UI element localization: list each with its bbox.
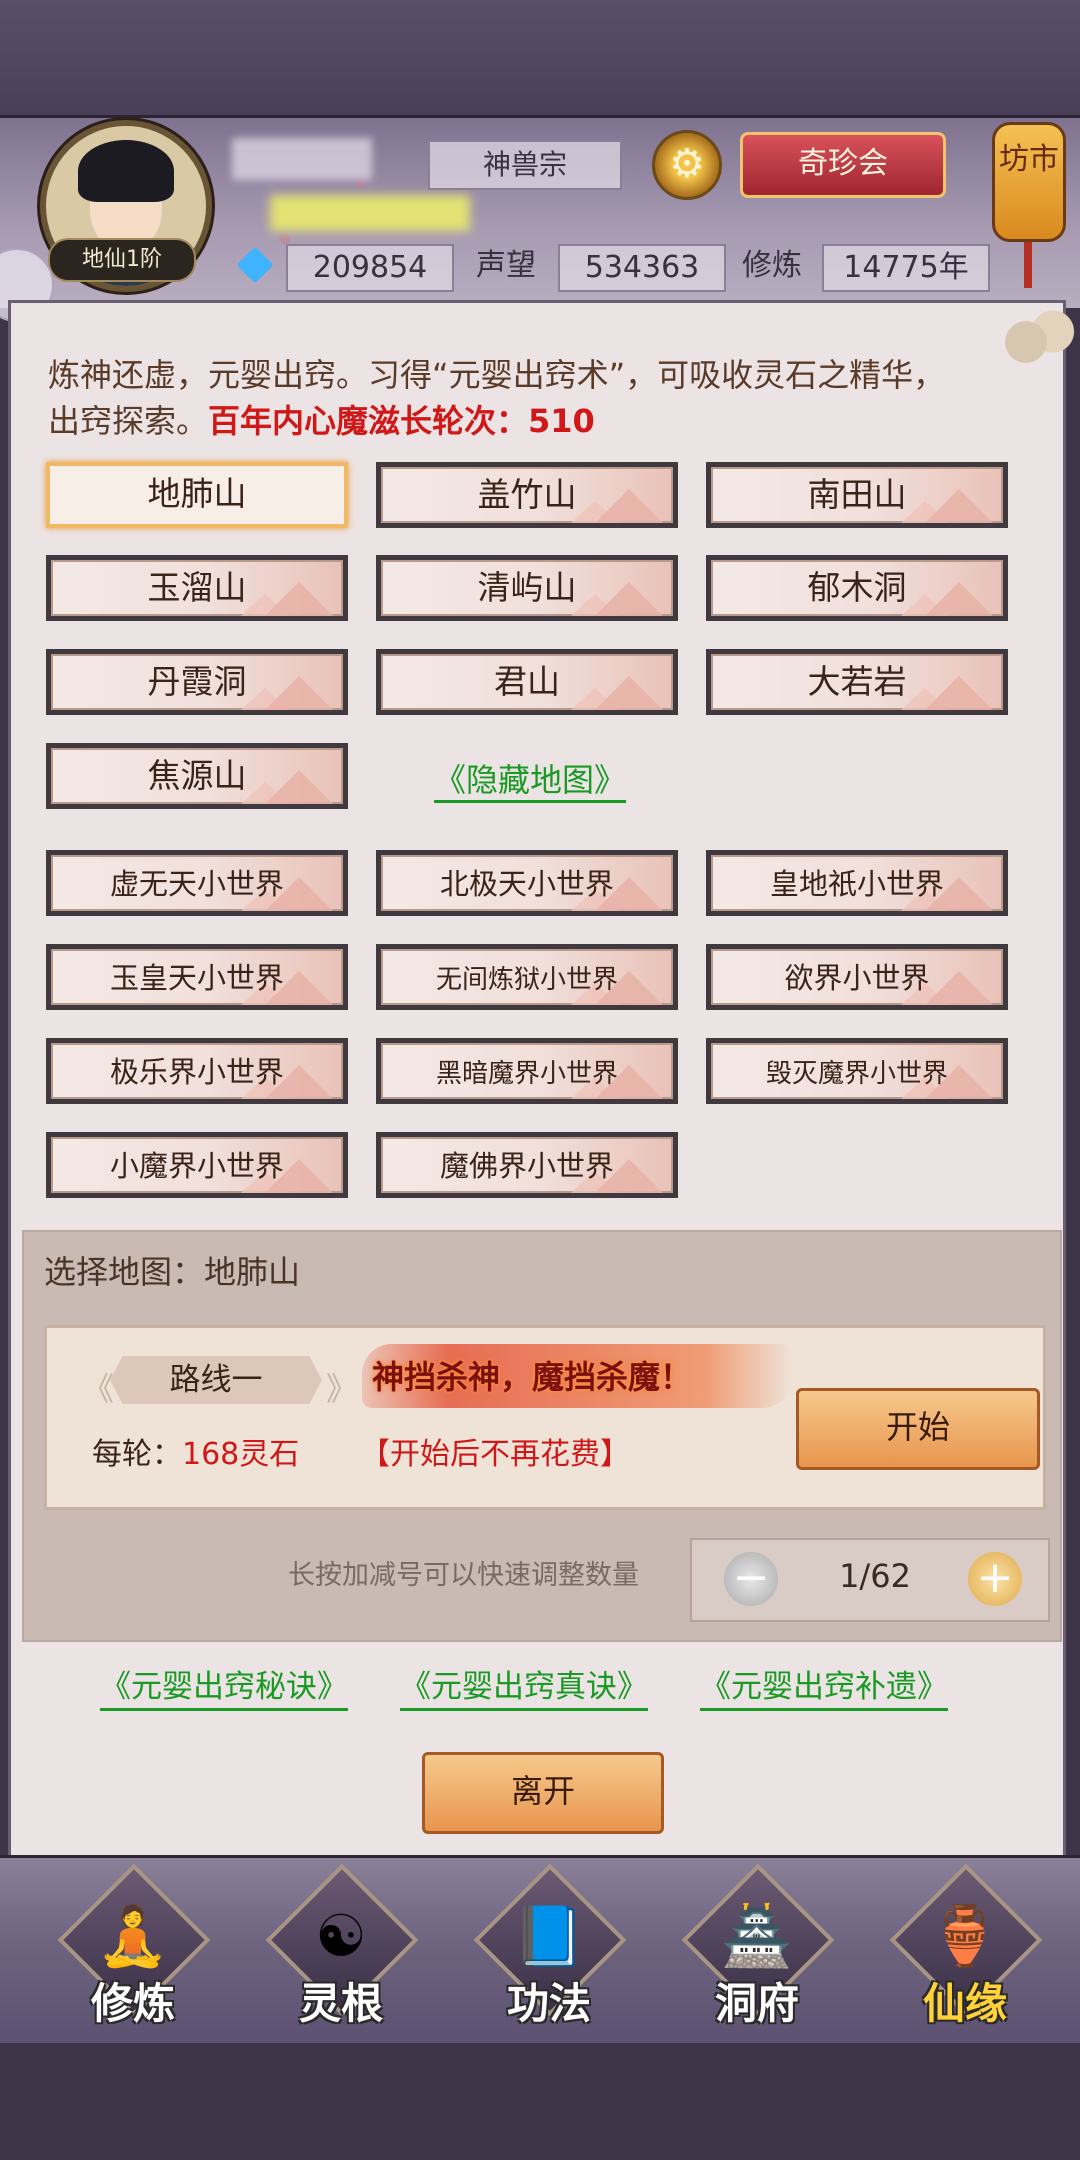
map-label: 郁木洞: [807, 568, 907, 607]
map-label: 焦源山: [147, 756, 247, 795]
world-label: 虚无天小世界: [109, 867, 284, 901]
nav-immortal-fate[interactable]: 🏺 仙缘: [889, 1863, 1043, 2028]
route-tag: 路线一: [110, 1356, 322, 1404]
world-label: 皇地祇小世界: [769, 867, 944, 901]
world-button[interactable]: 虚无天小世界: [46, 850, 348, 916]
nav-technique[interactable]: 📘 功法: [473, 1863, 627, 2028]
map-label: 君山: [494, 662, 560, 701]
gourd-icon: 🏺: [928, 1902, 1002, 1970]
cultivate-icon: 🧘: [96, 1902, 170, 1970]
world-button[interactable]: 魔佛界小世界: [376, 1132, 678, 1198]
technique-book-icon: 📘: [512, 1902, 586, 1970]
nav-spirit-root[interactable]: ☯ 灵根: [265, 1863, 419, 2028]
nav-label: 仙缘: [922, 1979, 1007, 2028]
world-button[interactable]: 无间炼狱小世界: [376, 944, 678, 1010]
map-button-danxiadong[interactable]: 丹霞洞: [46, 649, 348, 715]
map-button-jiaoyuanshan[interactable]: 焦源山: [46, 743, 348, 809]
plus-icon[interactable]: +: [968, 1552, 1022, 1606]
nav-cave-mansion[interactable]: 🏯 洞府: [681, 1863, 835, 2028]
no-cost-note: 【开始后不再花费】: [360, 1437, 630, 1472]
guide-link-secret[interactable]: 《元婴出窍秘诀》: [100, 1666, 348, 1711]
guide-link-supplement[interactable]: 《元婴出窍补遗》: [700, 1666, 948, 1711]
chevron-left-icon[interactable]: 《: [82, 1364, 114, 1410]
world-label: 极乐界小世界: [109, 1055, 284, 1089]
world-button[interactable]: 北极天小世界: [376, 850, 678, 916]
world-label: 无间炼狱小世界: [435, 965, 618, 995]
nav-label: 洞府: [714, 1979, 799, 2028]
world-label: 北极天小世界: [439, 867, 614, 901]
map-button-difeishan[interactable]: 地肺山: [46, 462, 348, 528]
world-label: 黑暗魔界小世界: [435, 1059, 618, 1089]
map-button-gaizhushan[interactable]: 盖竹山: [376, 462, 678, 528]
reputation-label: 声望: [476, 248, 536, 283]
world-label: 玉皇天小世界: [109, 961, 284, 995]
map-button-yuliushan[interactable]: 玉溜山: [46, 555, 348, 621]
nav-label: 修炼: [90, 1979, 175, 2028]
map-button-junshan[interactable]: 君山: [376, 649, 678, 715]
world-button[interactable]: 玉皇天小世界: [46, 944, 348, 1010]
reputation-value: 534363: [558, 244, 726, 292]
avatar-hair: [78, 140, 174, 202]
map-label: 地肺山: [147, 474, 247, 513]
nav-label: 灵根: [298, 1979, 383, 2028]
per-round-value: 168灵石: [182, 1437, 300, 1472]
nav-label: 功法: [506, 1979, 591, 2028]
player-name-blurred: [232, 138, 372, 180]
intro-text: 炼神还虚，元婴出窍。习得“元婴出窍术”，可吸收灵石之精华，出窍探索。百年内心魔滋…: [48, 352, 968, 444]
map-button-nantianshan[interactable]: 南田山: [706, 462, 1008, 528]
spirit-root-icon: ☯: [315, 1902, 367, 1970]
map-label: 玉溜山: [147, 568, 247, 607]
hidden-map-link[interactable]: 《隐藏地图》: [434, 760, 627, 803]
cultivation-value: 14775年: [822, 244, 990, 292]
route-slogan: 神挡杀神，魔挡杀魔！: [372, 1358, 693, 1396]
world-button[interactable]: 极乐界小世界: [46, 1038, 348, 1104]
world-button[interactable]: 小魔界小世界: [46, 1132, 348, 1198]
world-button[interactable]: 欲界小世界: [706, 944, 1008, 1010]
world-label: 欲界小世界: [784, 961, 930, 995]
map-button-qingyushan[interactable]: 清屿山: [376, 555, 678, 621]
nav-cultivate[interactable]: 🧘 修炼: [57, 1863, 211, 2028]
world-button[interactable]: 黑暗魔界小世界: [376, 1038, 678, 1104]
world-button[interactable]: 毁灭魔界小世界: [706, 1038, 1008, 1104]
shop-button[interactable]: 奇珍会: [740, 132, 946, 198]
map-label: 大若岩: [807, 662, 907, 701]
stepper-hint: 长按加减号可以快速调整数量: [288, 1560, 639, 1591]
spirit-stones-value: 209854: [286, 244, 454, 292]
map-label: 盖竹山: [477, 475, 577, 514]
gear-icon[interactable]: ⚙: [652, 130, 722, 200]
per-round-label: 每轮：: [92, 1437, 182, 1472]
map-label: 丹霞洞: [147, 662, 247, 701]
rank-badge: 地仙1阶: [48, 238, 196, 282]
map-label: 南田山: [807, 475, 907, 514]
player-title-blurred: [270, 195, 470, 231]
stepper-value: 1/62: [839, 1557, 911, 1595]
world-button[interactable]: 皇地祇小世界: [706, 850, 1008, 916]
cloud-decoration: [990, 300, 1080, 370]
bottom-system-area: [0, 2043, 1080, 2160]
map-button-yumudong[interactable]: 郁木洞: [706, 555, 1008, 621]
cave-mansion-icon: 🏯: [720, 1902, 794, 1970]
map-button-daruoyan[interactable]: 大若岩: [706, 649, 1008, 715]
world-label: 魔佛界小世界: [439, 1149, 614, 1183]
sect-name: 神兽宗: [428, 140, 622, 190]
cultivation-label: 修炼: [742, 248, 802, 283]
top-status-area: [0, 0, 1080, 115]
chevron-right-icon[interactable]: 》: [326, 1364, 358, 1410]
world-label: 小魔界小世界: [109, 1149, 284, 1183]
market-lantern-button[interactable]: 坊市: [992, 122, 1066, 242]
lantern-tassel: [1024, 242, 1032, 288]
guide-link-true[interactable]: 《元婴出窍真诀》: [400, 1666, 648, 1711]
world-label: 毁灭魔界小世界: [765, 1059, 948, 1089]
minus-icon[interactable]: −: [724, 1552, 778, 1606]
cost-per-round: 每轮：168灵石: [92, 1433, 299, 1477]
start-button[interactable]: 开始: [796, 1388, 1040, 1470]
selected-map-label: 选择地图：地肺山: [44, 1253, 301, 1291]
map-label: 清屿山: [477, 568, 577, 607]
leave-button[interactable]: 离开: [422, 1752, 664, 1834]
demon-rounds-highlight: 百年内心魔滋长轮次：510: [208, 402, 595, 440]
